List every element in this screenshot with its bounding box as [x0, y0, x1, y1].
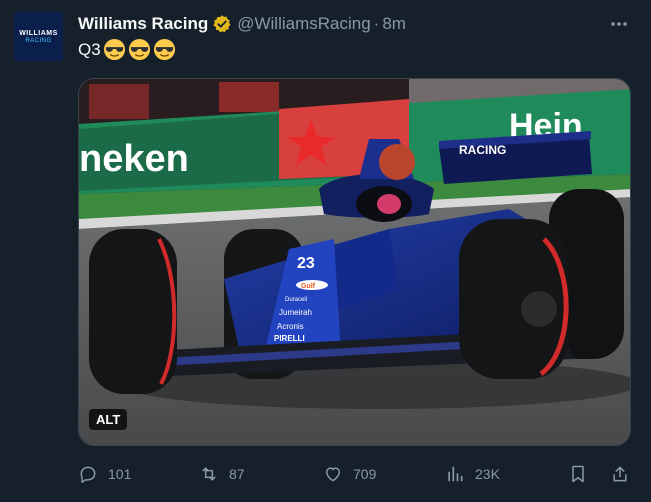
sponsor-acronis: Acronis	[277, 322, 304, 331]
sunglasses-emoji-icon	[103, 38, 125, 61]
rear-wing-text: RACING	[459, 143, 506, 157]
like-count: 709	[353, 466, 377, 482]
like-button[interactable]: 709	[323, 462, 376, 486]
reply-count: 101	[108, 466, 132, 482]
tweet-header: Williams Racing @WilliamsRacing · 8m	[78, 13, 406, 35]
sponsor-duracell: Duracell	[285, 297, 307, 303]
bookmark-button[interactable]	[568, 462, 598, 486]
reply-icon	[80, 466, 96, 484]
tweet-media-photo[interactable]: neken Hein RACING 23 Gulf Duracell Jumei…	[78, 78, 631, 446]
sponsor-pirelli: PIRELLI	[274, 334, 305, 343]
retweet-count: 87	[229, 466, 245, 482]
views-count: 23K	[475, 466, 500, 482]
reply-button[interactable]: 101	[78, 462, 131, 486]
f1-car-photo: neken Hein RACING 23 Gulf Duracell Jumei…	[79, 79, 630, 445]
alt-badge[interactable]: ALT	[89, 409, 128, 430]
retweet-button[interactable]: 87	[199, 462, 245, 486]
views-icon	[448, 466, 463, 482]
bookmark-icon	[572, 465, 584, 483]
tweet-time[interactable]: 8m	[382, 14, 406, 34]
tweet-text-content: Q3	[78, 39, 101, 59]
avatar-line1: WILLIAMS	[19, 29, 58, 37]
retweet-icon	[202, 467, 216, 481]
tweet[interactable]: WILLIAMS RACING Williams Racing @William…	[0, 0, 651, 502]
sunglasses-emoji-icon	[153, 38, 175, 61]
author-name[interactable]: Williams Racing	[78, 14, 208, 34]
views-button[interactable]: 23K	[445, 462, 500, 486]
banner-text-left: neken	[79, 138, 189, 180]
verified-badge-icon	[213, 15, 231, 33]
avatar-line2: RACING	[25, 37, 52, 44]
header-separator: ·	[373, 14, 380, 33]
sponsor-gulf: Gulf	[301, 283, 316, 290]
author-handle[interactable]: @WilliamsRacing	[237, 14, 370, 34]
tweet-actions: 101 87 709 23K	[78, 462, 638, 486]
share-icon	[613, 466, 627, 482]
tweet-text: Q3	[78, 38, 176, 61]
share-button[interactable]	[610, 462, 640, 486]
sunglasses-emoji-icon	[128, 38, 150, 61]
car-number: 23	[297, 255, 315, 272]
like-icon	[326, 467, 340, 482]
sponsor-jumeirah: Jumeirah	[279, 308, 312, 317]
avatar[interactable]: WILLIAMS RACING	[14, 12, 63, 61]
more-icon[interactable]	[607, 12, 631, 36]
